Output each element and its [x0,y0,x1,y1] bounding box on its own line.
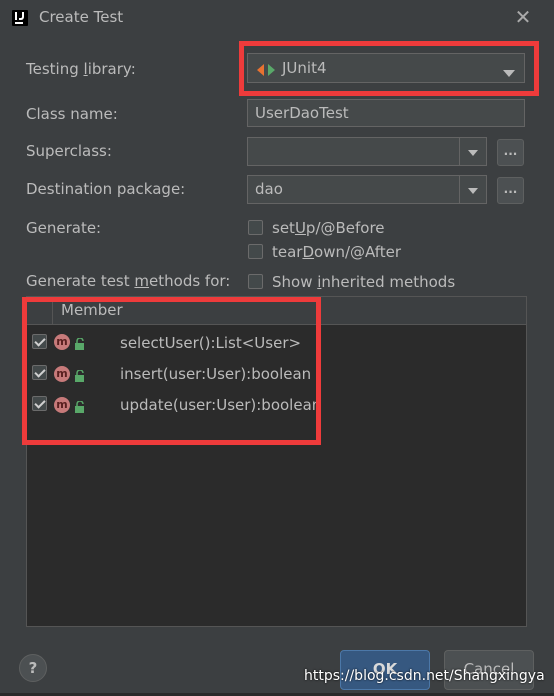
intellij-app-icon [12,10,28,26]
destination-package-input[interactable]: dao [247,175,460,204]
dialog-title: Create Test [39,8,124,26]
watermark: https://blog.csdn.net/Shangxingya [304,668,545,684]
destination-package-label: Destination package: [26,180,186,198]
superclass-label: Superclass: [26,142,112,160]
destination-package-dropdown-chevron-icon[interactable] [459,175,487,204]
superclass-dropdown-chevron-icon[interactable] [459,137,487,166]
class-name-label: Class name: [26,105,118,123]
setup-label: setUp/@Before [272,219,385,237]
highlight-box-testing-library [239,41,539,96]
close-icon[interactable]: ✕ [512,6,534,28]
generate-methods-label: Generate test methods for: [26,272,231,290]
generate-label: Generate: [26,219,102,237]
highlight-box-members [22,297,321,445]
testing-library-label: Testing library: [26,60,136,78]
show-inherited-label: Show inherited methods [272,273,456,291]
help-button[interactable]: ? [19,654,47,682]
class-name-input[interactable]: UserDaoTest [247,99,525,127]
teardown-checkbox[interactable] [248,244,263,259]
destination-package-browse-button[interactable]: ... [497,177,524,204]
superclass-input[interactable] [247,137,460,166]
show-inherited-checkbox[interactable] [248,274,263,289]
superclass-browse-button[interactable]: ... [497,139,524,166]
setup-checkbox[interactable] [248,220,263,235]
teardown-label: tearDown/@After [272,243,402,261]
